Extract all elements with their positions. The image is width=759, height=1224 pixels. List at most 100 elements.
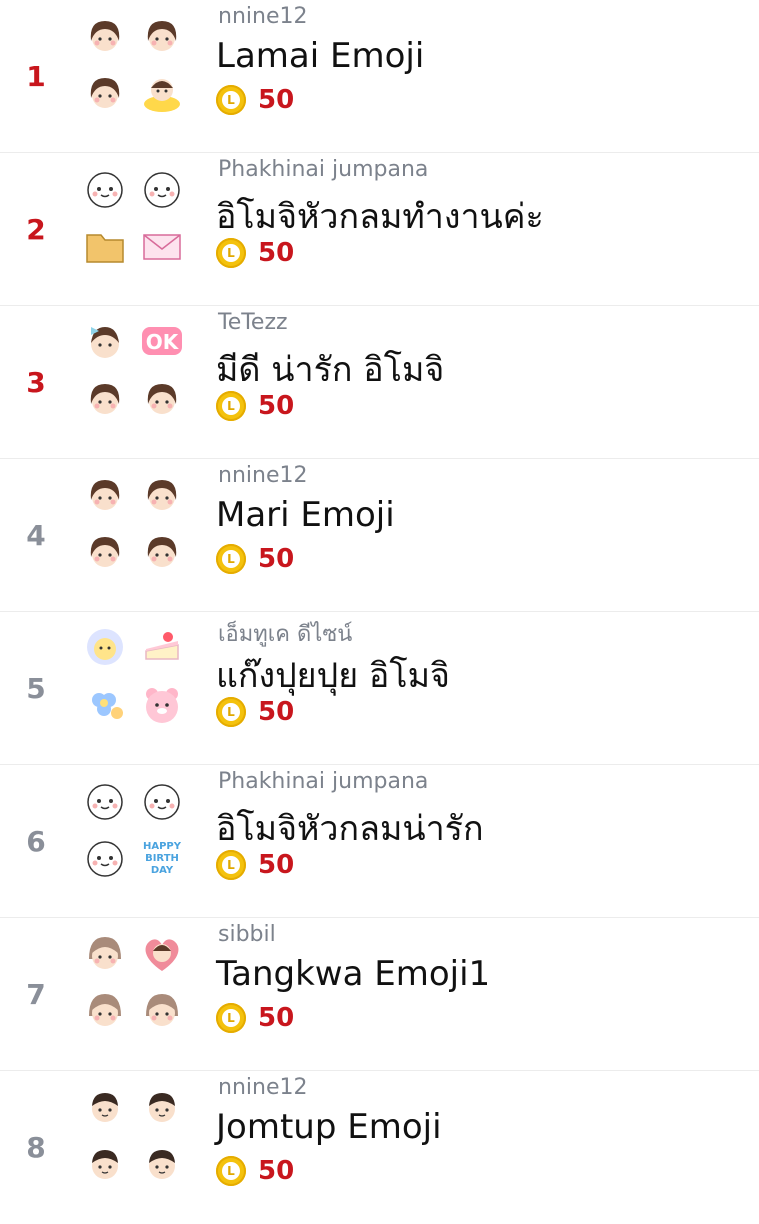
round-head-icon (78, 830, 131, 883)
price-value: 50 (258, 697, 295, 727)
price: L 50 (216, 84, 294, 116)
heart-girl-icon (135, 926, 188, 979)
emoji-thumbnail (78, 620, 188, 730)
rank-number: 5 (26, 671, 46, 705)
author-name: เอ็มทูเค ดีไซน์ (218, 622, 353, 647)
price-value: 50 (258, 238, 295, 268)
list-item[interactable]: 6 HAPPY BIRTH DAY Phakhinai jumpana อิโมจิหัว… (0, 765, 759, 918)
list-item[interactable]: 2 Phakhinai jumpana อิโมจิหัวกลมทำงานค่ะ L 5… (0, 153, 759, 306)
round-head-icon (78, 161, 131, 214)
author-name: nnine12 (218, 463, 308, 488)
rank-number: 3 (26, 365, 46, 399)
price-value: 50 (258, 1003, 295, 1033)
girl-face-icon (135, 371, 188, 424)
girl-bob-icon (135, 983, 188, 1036)
author-name: sibbil (218, 922, 276, 947)
emoji-title: Mari Emoji (216, 495, 395, 535)
coin-icon-glyph: L (222, 1162, 240, 1180)
envelope-icon (135, 218, 188, 271)
list-item[interactable]: 1 nnine12 Lamai Emoji L 50 (0, 0, 759, 153)
price-value: 50 (258, 391, 295, 421)
svg-text:HAPPY: HAPPY (142, 841, 181, 852)
emoji-title: Tangkwa Emoji1 (216, 954, 491, 994)
girl-face-icon (135, 8, 188, 61)
pink-bear-icon (135, 677, 188, 730)
coin-icon: L (216, 1003, 246, 1033)
birthday-text-icon: HAPPY BIRTH DAY (135, 830, 188, 883)
svg-text:DAY: DAY (150, 865, 173, 876)
girl-face-icon (78, 8, 131, 61)
rank-number: 4 (26, 518, 46, 552)
girl-bob-icon (78, 983, 131, 1036)
girl-face-icon (78, 467, 131, 520)
list-item[interactable]: 4 nnine12 Mari Emoji L 50 (0, 459, 759, 612)
boy-face-icon (135, 1079, 188, 1132)
coin-icon: L (216, 85, 246, 115)
price-value: 50 (258, 544, 295, 574)
girl-bob-icon (78, 926, 131, 979)
emoji-title: อิโมจิหัวกลมทำงานค่ะ (216, 197, 544, 237)
ok-badge-icon: OK (135, 314, 188, 367)
emoji-title: อิโมจิหัวกลมน่ารัก (216, 809, 484, 849)
rank-number: 8 (26, 1131, 46, 1164)
rank-number: 1 (26, 59, 46, 93)
cake-slice-icon (135, 620, 188, 673)
round-head-icon (78, 773, 131, 826)
emoji-thumbnail (78, 926, 188, 1036)
girl-face-icon (135, 524, 188, 577)
author-name: nnine12 (218, 4, 308, 29)
girl-bow-icon (78, 314, 131, 367)
coin-icon-glyph: L (222, 856, 240, 874)
svg-text:BIRTH: BIRTH (145, 853, 179, 864)
author-name: TeTezz (218, 310, 288, 335)
boy-face-icon (78, 1136, 131, 1189)
girl-face-icon (78, 524, 131, 577)
girl-duck-icon (135, 65, 188, 118)
coin-icon-glyph: L (222, 244, 240, 262)
emoji-title: มีดี น่ารัก อิโมจิ (216, 350, 445, 390)
emoji-thumbnail: HAPPY BIRTH DAY (78, 773, 188, 883)
round-head-icon (135, 773, 188, 826)
rank-number: 2 (26, 212, 46, 246)
svg-text:OK: OK (145, 330, 179, 354)
emoji-title: Lamai Emoji (216, 36, 425, 76)
emoji-thumbnail (78, 161, 188, 271)
girl-face-icon (135, 467, 188, 520)
list-item[interactable]: 5 เอ็มทูเค ดีไซน์ แก๊งปุยปุย อิโมจิ L 50 (0, 612, 759, 765)
author-name: nnine12 (218, 1075, 308, 1100)
coin-icon: L (216, 238, 246, 268)
author-name: Phakhinai jumpana (218, 769, 429, 794)
emoji-title: Jomtup Emoji (216, 1107, 442, 1147)
coin-icon: L (216, 544, 246, 574)
girl-face-icon (78, 371, 131, 424)
boy-face-icon (78, 1079, 131, 1132)
rank-number: 7 (26, 977, 46, 1011)
price: L 50 (216, 1155, 294, 1187)
emoji-thumbnail (78, 1079, 188, 1189)
coin-icon-glyph: L (222, 550, 240, 568)
list-item[interactable]: 7 sibbil Tangkwa Emoji1 L 50 (0, 918, 759, 1071)
price-value: 50 (258, 850, 295, 880)
price: L 50 (216, 849, 294, 881)
price: L 50 (216, 1002, 294, 1034)
emoji-thumbnail (78, 8, 188, 118)
price-value: 50 (258, 85, 295, 115)
price: L 50 (216, 696, 294, 728)
list-item[interactable]: 8 nnine12 Jomtup Emoji L 50 (0, 1071, 759, 1224)
coin-icon-glyph: L (222, 397, 240, 415)
emoji-thumbnail (78, 467, 188, 577)
price: L 50 (216, 543, 294, 575)
coin-icon: L (216, 850, 246, 880)
rank-number: 6 (26, 824, 46, 858)
author-name: Phakhinai jumpana (218, 157, 429, 182)
girl-face-icon (78, 65, 131, 118)
coin-icon-glyph: L (222, 91, 240, 109)
price: L 50 (216, 390, 294, 422)
coin-icon: L (216, 1156, 246, 1186)
list-item[interactable]: 3 OK TeTezz มีดี น่ารัก อิโมจิ L 50 (0, 306, 759, 459)
coin-icon: L (216, 391, 246, 421)
emoji-thumbnail: OK (78, 314, 188, 424)
coin-icon: L (216, 697, 246, 727)
boy-face-icon (135, 1136, 188, 1189)
folder-icon (78, 218, 131, 271)
